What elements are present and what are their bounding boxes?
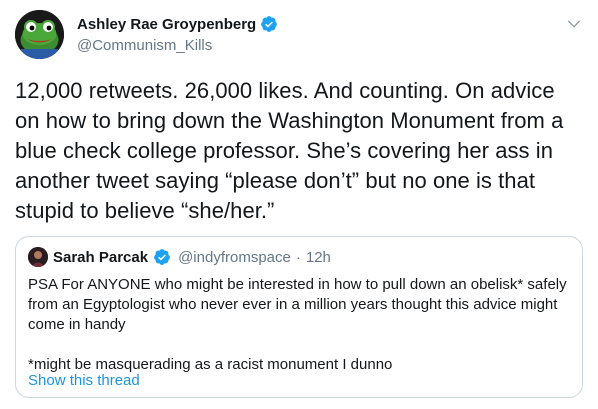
quoted-author-avatar[interactable]: [28, 247, 48, 267]
quoted-separator: ·: [295, 248, 301, 266]
quoted-handle[interactable]: @indyfromspace: [178, 249, 291, 266]
author-display-name[interactable]: Ashley Rae Groypenberg: [77, 16, 256, 33]
quoted-verified-badge-icon: [153, 248, 171, 266]
quoted-tweet-text: PSA For ANYONE who might be interested i…: [28, 275, 568, 375]
quoted-display-name[interactable]: Sarah Parcak: [53, 249, 148, 266]
author-handle[interactable]: @Communism_Kills: [77, 37, 212, 54]
more-options-chevron-down-icon[interactable]: [564, 14, 584, 34]
quoted-tweet-card[interactable]: Sarah Parcak @indyfromspace · 12h PSA Fo…: [15, 236, 583, 398]
quoted-text-paragraph-1: PSA For ANYONE who might be interested i…: [28, 276, 567, 333]
tweet-text: 12,000 retweets. 26,000 likes. And count…: [15, 78, 564, 223]
person-avatar-icon: [28, 247, 48, 267]
author-name-row[interactable]: Ashley Rae Groypenberg: [77, 15, 278, 33]
quoted-tweet-header: Sarah Parcak @indyfromspace · 12h: [28, 247, 331, 267]
tweet-card: Ashley Rae Groypenberg @Communism_Kills …: [0, 0, 598, 409]
quoted-timestamp[interactable]: 12h: [306, 249, 331, 266]
frog-avatar-icon: [15, 10, 64, 59]
verified-badge-icon: [260, 15, 278, 33]
author-avatar[interactable]: [15, 10, 64, 59]
show-thread-link[interactable]: Show this thread: [28, 372, 140, 389]
